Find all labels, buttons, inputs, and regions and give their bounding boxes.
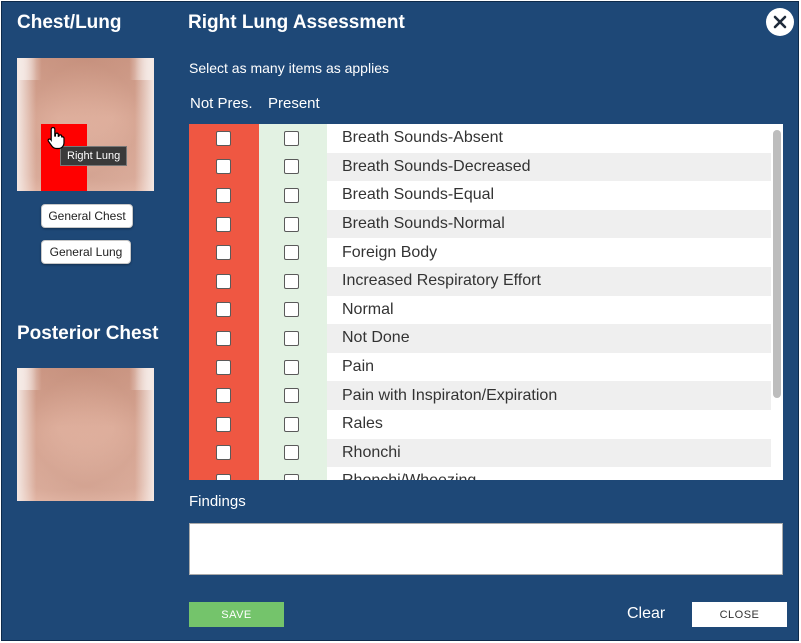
not-present-checkbox[interactable]: [216, 416, 231, 432]
present-checkbox[interactable]: [284, 330, 299, 346]
assessment-item-label: Pain with Inspiraton/Expiration: [327, 381, 771, 410]
assessment-item-label: Increased Respiratory Effort: [327, 266, 771, 296]
assessment-item-label: Breath Sounds-Absent: [342, 129, 503, 147]
not-present-checkbox[interactable]: [216, 302, 231, 318]
assessment-row: Breath Sounds-Normal: [189, 209, 771, 239]
not-present-checkbox[interactable]: [216, 330, 231, 346]
assessment-row: Breath Sounds-Absent: [189, 124, 771, 153]
present-checkbox[interactable]: [284, 388, 299, 404]
not-present-checkbox[interactable]: [216, 445, 231, 461]
assessment-row: Rhonchi/Wheezing: [189, 467, 771, 480]
assessment-list[interactable]: Breath Sounds-Absent Breath Sounds-Decrea…: [189, 124, 783, 480]
not-present-checkbox[interactable]: [216, 187, 231, 203]
list-scrollbar[interactable]: [771, 124, 783, 480]
assessment-item-label: Breath Sounds-Decreased: [327, 152, 771, 182]
assessment-row: Increased Respiratory Effort: [189, 266, 771, 296]
not-present-checkbox[interactable]: [216, 159, 231, 175]
present-header: Present: [268, 95, 320, 112]
not-present-checkbox[interactable]: [216, 388, 231, 404]
assessment-row: Pain with Inspiraton/Expiration: [189, 381, 771, 410]
present-checkbox[interactable]: [284, 273, 299, 289]
present-checkbox[interactable]: [284, 159, 299, 175]
not-present-checkbox[interactable]: [216, 359, 231, 375]
not-present-checkbox[interactable]: [216, 273, 231, 289]
present-checkbox[interactable]: [284, 473, 299, 480]
save-button[interactable]: SAVE: [189, 602, 284, 627]
not-present-checkbox[interactable]: [216, 473, 231, 480]
assessment-item-label: Breath Sounds-Equal: [342, 186, 495, 204]
assessment-item-label: Not Done: [327, 324, 771, 353]
anterior-chest-image: Right Lung: [17, 58, 154, 191]
not-present-checkbox[interactable]: [216, 245, 231, 261]
right-lung-tooltip: Right Lung: [60, 146, 128, 166]
present-checkbox[interactable]: [284, 416, 299, 432]
general-chest-button[interactable]: General Chest: [41, 204, 133, 228]
assessment-item-label: Pain: [342, 358, 375, 376]
present-checkbox[interactable]: [284, 216, 299, 232]
not-present-header: Not Pres.: [190, 95, 253, 112]
assessment-item-label: Breath Sounds-Normal: [327, 209, 771, 239]
findings-input[interactable]: [189, 523, 783, 575]
close-x-icon: [773, 15, 787, 29]
assessment-dialog: Chest/Lung Right Lung General Chest Gene…: [1, 1, 799, 641]
front-chest-title: Chest/Lung: [17, 12, 122, 33]
present-checkbox[interactable]: [284, 130, 299, 146]
findings-label: Findings: [189, 493, 246, 510]
assessment-row: Normal: [189, 296, 771, 325]
assessment-row: Rales: [189, 410, 771, 439]
hand-pointer-icon: [47, 126, 65, 150]
back-illustration: [17, 368, 154, 501]
instruction-text: Select as many items as applies: [189, 60, 389, 76]
clear-button[interactable]: Clear: [627, 605, 665, 623]
present-checkbox[interactable]: [284, 302, 299, 318]
assessment-item-label: Rhonchi/Wheezing: [327, 467, 771, 480]
not-present-checkbox[interactable]: [216, 130, 231, 146]
assessment-row: Breath Sounds-Equal: [189, 181, 771, 210]
assessment-rows: Breath Sounds-Absent Breath Sounds-Decrea…: [189, 124, 771, 480]
dialog-title: Right Lung Assessment: [188, 12, 405, 33]
assessment-item-label: Normal: [342, 300, 394, 318]
close-button[interactable]: CLOSE: [692, 602, 787, 627]
assessment-row: Rhonchi: [189, 438, 771, 468]
assessment-row: Not Done: [189, 324, 771, 353]
assessment-row: Foreign Body: [189, 238, 771, 267]
assessment-row: Pain: [189, 353, 771, 382]
close-dialog-button[interactable]: [766, 8, 794, 36]
assessment-item-label: Rhonchi: [327, 438, 771, 468]
assessment-item-label: Foreign Body: [342, 243, 438, 261]
present-checkbox[interactable]: [284, 359, 299, 375]
posterior-chest-image[interactable]: [17, 368, 154, 501]
general-lung-button[interactable]: General Lung: [41, 240, 131, 264]
scrollbar-thumb[interactable]: [773, 130, 781, 398]
present-checkbox[interactable]: [284, 445, 299, 461]
assessment-row: Breath Sounds-Decreased: [189, 152, 771, 182]
assessment-item-label: Rales: [342, 415, 383, 433]
present-checkbox[interactable]: [284, 245, 299, 261]
posterior-chest-title: Posterior Chest: [17, 323, 159, 344]
present-checkbox[interactable]: [284, 187, 299, 203]
not-present-checkbox[interactable]: [216, 216, 231, 232]
